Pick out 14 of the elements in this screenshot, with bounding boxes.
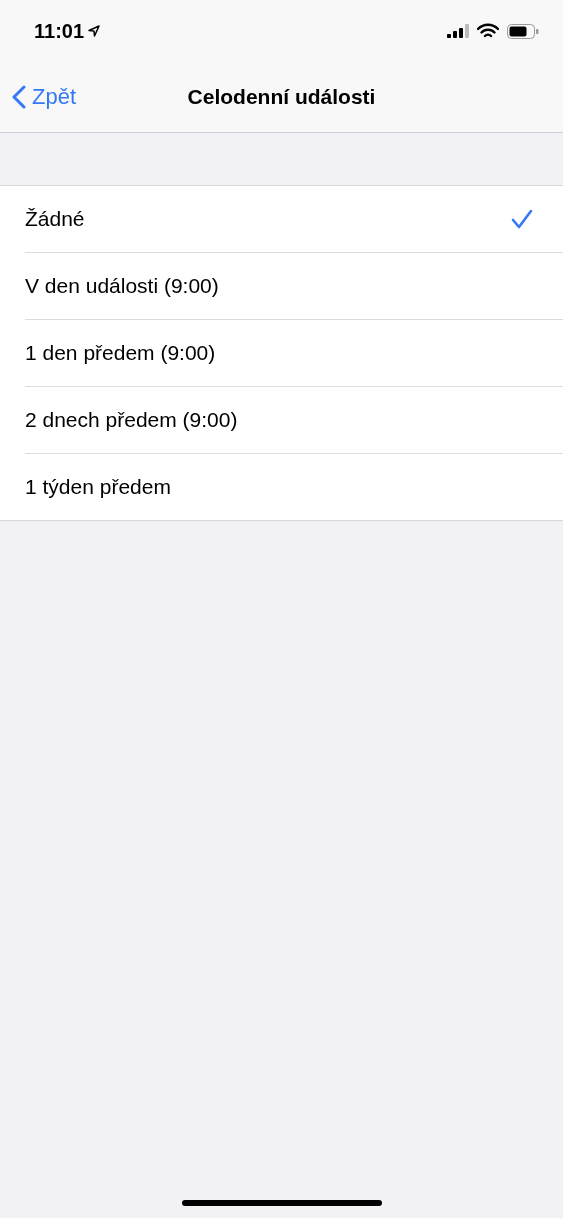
location-arrow-icon [88, 25, 101, 37]
option-row[interactable]: 1 týden předem [25, 453, 563, 520]
option-row[interactable]: 1 den předem (9:00) [25, 319, 563, 386]
option-row[interactable]: Žádné [25, 186, 563, 252]
option-row[interactable]: V den události (9:00) [25, 252, 563, 319]
checkmark-icon [511, 209, 533, 229]
status-time: 11:01 [34, 19, 85, 43]
back-button[interactable]: Zpět [0, 84, 77, 110]
option-row[interactable]: 2 dnech předem (9:00) [25, 386, 563, 453]
wifi-icon [477, 23, 499, 39]
battery-icon [507, 23, 539, 39]
screen-title: Celodenní události [187, 85, 376, 109]
chevron-left-icon [12, 85, 26, 109]
signal-icon [447, 24, 469, 38]
